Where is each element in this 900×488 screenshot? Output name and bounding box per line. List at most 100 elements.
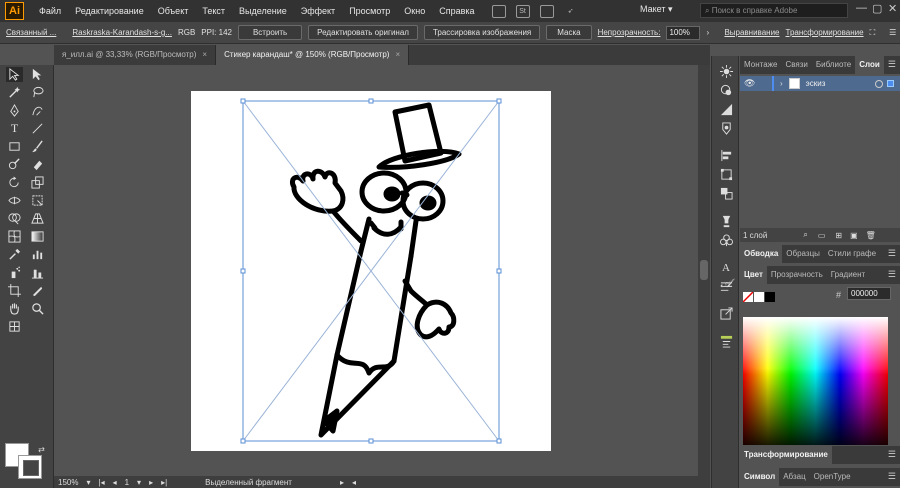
embed-button[interactable]: Встроить (237, 25, 303, 40)
isolate-icon[interactable]: ⛶ (870, 28, 876, 38)
asset-export-icon[interactable] (719, 334, 733, 348)
menu-edit[interactable]: Редактирование (68, 6, 151, 16)
transform-link[interactable]: Трансформирование (786, 28, 864, 37)
slice-tool-icon[interactable] (29, 283, 46, 298)
tab-graphic-styles[interactable]: Стили графе (824, 245, 880, 263)
image-trace-button[interactable]: Трассировка изображения (423, 25, 541, 40)
linked-file-name[interactable]: Raskraska-Karandash-s-g... (72, 28, 172, 37)
status-info[interactable]: Выделенный фрагмент (205, 478, 292, 487)
free-transform-icon[interactable] (29, 193, 46, 208)
menu-select[interactable]: Выделение (232, 6, 294, 16)
new-layer-icon[interactable]: ▣ (850, 231, 858, 240)
opentype-icon[interactable]: 𝒜 (719, 276, 733, 290)
close-icon[interactable]: ✕ (888, 2, 897, 15)
zoom-dropdown-icon[interactable]: ▾ (86, 478, 90, 487)
menu-type[interactable]: Текст (195, 6, 232, 16)
club-icon[interactable] (719, 233, 733, 247)
artboard-dropdown-icon[interactable]: ▾ (137, 478, 141, 487)
zoom-tool-icon[interactable] (29, 301, 46, 316)
workspace-switcher[interactable]: Макет ▾ (640, 4, 673, 15)
tab-opentype[interactable]: OpenType (810, 468, 855, 486)
layer-row[interactable]: 👁 › эскиз (740, 76, 900, 91)
panel-menu-icon[interactable]: ☰ (888, 449, 896, 460)
stroke-style-icon[interactable] (719, 214, 733, 228)
none-swatch-icon[interactable] (743, 292, 753, 302)
arrange-documents-icon[interactable] (539, 4, 554, 18)
artboard-tool-icon[interactable] (6, 283, 23, 298)
panel-menu-icon[interactable]: ☰ (888, 471, 896, 482)
stock-icon[interactable]: St (515, 4, 530, 18)
locate-object-icon[interactable]: ⌕ (803, 230, 807, 240)
bridge-icon[interactable] (491, 4, 506, 18)
stroke-color-swatch[interactable] (18, 455, 42, 479)
menu-view[interactable]: Просмотр (342, 6, 397, 16)
appearance-icon[interactable] (719, 83, 733, 97)
gpu-icon[interactable]: ➶ (564, 5, 578, 18)
hex-input[interactable]: 000000 (847, 287, 891, 300)
column-graph-icon[interactable] (29, 265, 46, 280)
direct-selection-tool-icon[interactable] (29, 67, 46, 82)
pen-tool-icon[interactable] (6, 103, 23, 118)
width-tool-icon[interactable] (6, 193, 23, 208)
lasso-icon[interactable] (29, 85, 46, 100)
selection-bounding-box[interactable] (191, 91, 551, 451)
shaper-tool-icon[interactable] (6, 157, 23, 172)
edit-original-button[interactable]: Редактировать оригинал (308, 25, 418, 40)
curvature-tool-icon[interactable] (29, 103, 46, 118)
shape-builder-icon[interactable] (6, 211, 23, 226)
scroll-thumb[interactable] (700, 260, 708, 280)
tab-swatches[interactable]: Образцы (782, 245, 824, 263)
eraser-icon[interactable] (29, 157, 46, 172)
opacity-arrow-icon[interactable]: › (706, 28, 716, 37)
control-menu-icon[interactable]: ☰ (889, 28, 896, 37)
menu-object[interactable]: Объект (151, 6, 196, 16)
tab-document-1[interactable]: я_илл.ai @ 33,33% (RGB/Просмотр) × (54, 45, 217, 65)
paintbrush-icon[interactable] (29, 139, 46, 154)
graph-tool-icon[interactable] (29, 247, 46, 262)
symbol-sprayer-icon[interactable] (6, 265, 23, 280)
tab-libraries[interactable]: Библиоте (812, 56, 855, 74)
menu-file[interactable]: Файл (32, 6, 68, 16)
hand-tool-icon[interactable] (6, 301, 23, 316)
layer-target-icon[interactable] (875, 79, 883, 88)
symbols-icon[interactable] (719, 121, 733, 135)
tab-transform[interactable]: Трансформирование (740, 446, 832, 464)
clipping-mask-icon[interactable]: ▭ (818, 231, 826, 240)
panel-menu-icon[interactable]: ☰ (888, 248, 896, 259)
maximize-icon[interactable]: ▢ (872, 2, 882, 15)
perspective-grid-icon[interactable] (29, 211, 46, 226)
menu-effect[interactable]: Эффект (294, 6, 342, 16)
tab-document-2[interactable]: Стикер карандаш* @ 150% (RGB/Просмотр) × (216, 45, 410, 65)
line-tool-icon[interactable] (29, 121, 46, 136)
tab-character[interactable]: Символ (740, 468, 780, 486)
canvas[interactable] (54, 65, 710, 476)
graphic-styles-icon[interactable] (719, 102, 733, 116)
layer-selection-indicator[interactable] (887, 80, 894, 87)
eyedropper-icon[interactable] (6, 247, 23, 262)
rotate-tool-icon[interactable] (6, 175, 23, 190)
tab-close-icon[interactable]: × (202, 45, 207, 65)
tab-links[interactable]: Связи (781, 56, 811, 74)
align-icon[interactable] (719, 148, 733, 162)
panel-menu-icon[interactable]: ☰ (888, 59, 896, 70)
magic-wand-icon[interactable] (6, 85, 23, 100)
character-styles-icon[interactable]: A (719, 261, 733, 275)
minimize-icon[interactable]: — (856, 2, 867, 14)
color-spectrum[interactable] (743, 317, 888, 445)
mesh-tool-icon[interactable] (6, 229, 23, 244)
black-swatch[interactable] (765, 292, 775, 302)
status-scroll-left-icon[interactable]: ◂ (352, 478, 356, 487)
artboard-prev-icon[interactable]: ◂ (113, 478, 117, 487)
opacity-input[interactable]: 100% (666, 25, 701, 40)
gradient-tool-icon[interactable] (29, 229, 46, 244)
delete-layer-icon[interactable]: 🗑 (866, 231, 876, 240)
tab-transparency[interactable]: Прозрачность (767, 266, 827, 284)
search-input[interactable]: ⌕ Поиск в справке Adobe (700, 3, 848, 18)
expand-chevron-icon[interactable]: › (780, 79, 783, 88)
panel-menu-icon[interactable]: ☰ (888, 269, 896, 280)
opacity-label[interactable]: Непрозрачность: (598, 28, 661, 37)
artboard-number[interactable]: 1 (125, 478, 129, 487)
new-sublayer-icon[interactable]: ⊞ (835, 231, 842, 240)
tab-stroke[interactable]: Обводка (740, 245, 783, 263)
tab-paragraph[interactable]: Абзац (779, 468, 809, 486)
